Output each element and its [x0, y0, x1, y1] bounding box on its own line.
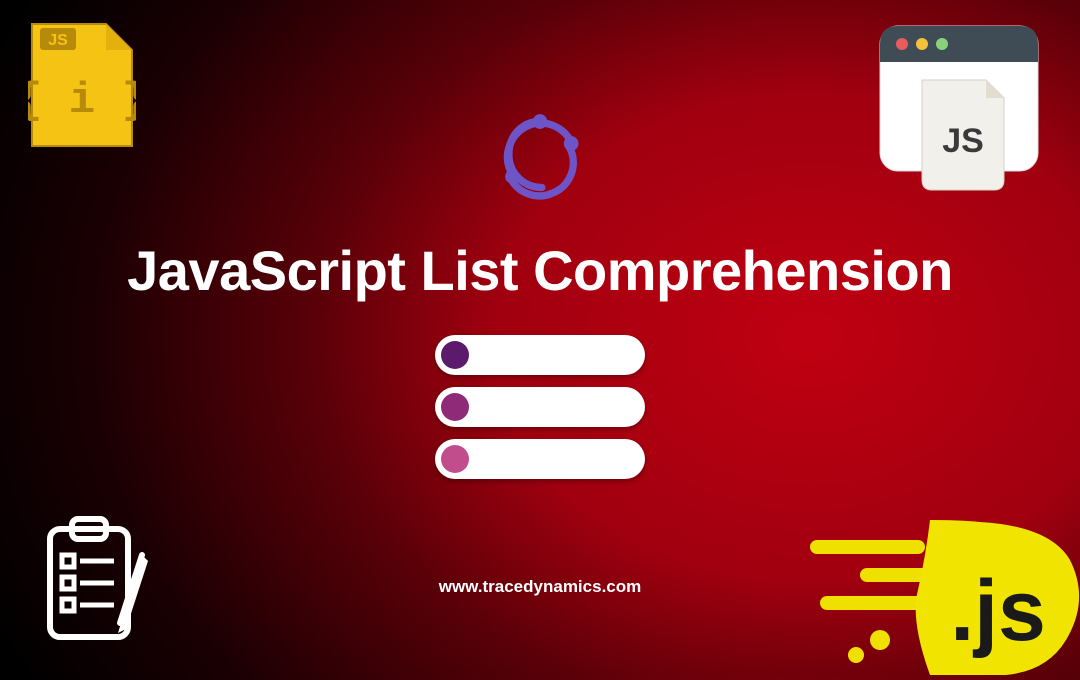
js-file-badge-text: JS [48, 32, 68, 49]
browser-window-icon: JS [874, 20, 1044, 195]
browser-paper-js-text: JS [942, 122, 984, 160]
list-bar-dot [441, 341, 469, 369]
page-title: JavaScript List Comprehension [0, 238, 1080, 303]
list-bar-dot [441, 445, 469, 473]
js-file-code-text: { i } [28, 76, 136, 126]
redux-loop-icon [485, 105, 595, 215]
list-bar [435, 387, 645, 427]
js-logo-text: .js [950, 563, 1046, 659]
js-dot-logo: .js [810, 520, 1080, 675]
js-file-icon: JS { i } [28, 20, 136, 150]
list-bar-dot [441, 393, 469, 421]
list-bar [435, 335, 645, 375]
list-bars-icon [435, 335, 645, 491]
list-bar [435, 439, 645, 479]
